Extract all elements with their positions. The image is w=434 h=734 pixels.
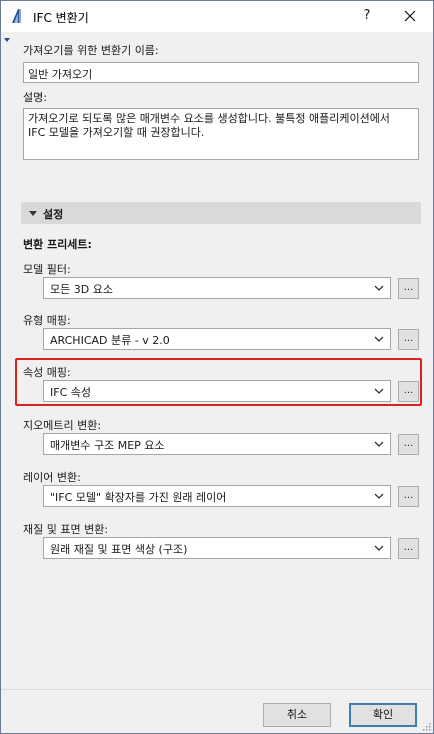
chevron-down-icon [374, 493, 384, 499]
cancel-button[interactable]: 취소 [263, 703, 331, 727]
chevron-down-icon [374, 388, 384, 394]
help-button[interactable]: ? [357, 6, 377, 26]
ok-button[interactable]: 확인 [349, 703, 417, 727]
model-filter-select[interactable]: 모든 3D 요소 [43, 277, 391, 299]
layer-conversion-value: "IFC 모델" 확장자를 가진 원래 레이어 [50, 491, 227, 504]
chevron-down-icon [374, 336, 384, 342]
model-filter-more-button[interactable]: ... [398, 278, 419, 299]
presets-title: 변환 프리세트: [23, 238, 92, 251]
dialog-body: 가져오기를 위한 변환기 이름: 일반 가져오기 설명: 가져오기로 되도록 많… [1, 32, 433, 733]
archicad-icon [12, 9, 21, 23]
expand-triangle-icon [29, 211, 37, 216]
property-mapping-label: 속성 매핑: [23, 366, 71, 379]
close-icon [404, 10, 416, 22]
layer-conversion-label: 레이어 변환: [23, 471, 81, 484]
layer-conversion-select[interactable]: "IFC 모델" 확장자를 가진 원래 레이어 [43, 485, 391, 507]
model-filter-value: 모든 3D 요소 [50, 283, 113, 296]
geometry-conversion-label: 지오메트리 변환: [23, 419, 102, 432]
material-surface-more-button[interactable]: ... [398, 538, 419, 559]
type-mapping-value: ARCHICAD 분류 - v 2.0 [50, 334, 170, 347]
description-label: 설명: [23, 91, 47, 104]
property-mapping-value: IFC 속성 [50, 386, 91, 399]
resize-grip-icon[interactable] [421, 721, 431, 731]
panel-collapse-icon[interactable] [4, 38, 10, 42]
title-bar: IFC 변환기 ? [1, 1, 433, 32]
settings-section-header[interactable]: 설정 [21, 202, 421, 224]
description-text: 가져오기로 되도록 많은 매개변수 요소를 생성합니다. 불특정 애플리케이션에… [28, 112, 390, 139]
translator-name-input[interactable]: 일반 가져오기 [23, 62, 419, 83]
material-surface-label: 재질 및 표면 변환: [23, 523, 109, 536]
settings-section-title: 설정 [43, 208, 64, 221]
chevron-down-icon [374, 285, 384, 291]
close-button[interactable] [397, 5, 423, 27]
layer-conversion-more-button[interactable]: ... [398, 486, 419, 507]
footer-divider [1, 689, 433, 690]
geometry-conversion-more-button[interactable]: ... [398, 434, 419, 455]
window-title: IFC 변환기 [33, 11, 89, 25]
type-mapping-more-button[interactable]: ... [398, 329, 419, 350]
property-mapping-more-button[interactable]: ... [398, 381, 419, 402]
geometry-conversion-select[interactable]: 매개변수 구조 MEP 요소 [43, 433, 391, 455]
translator-name-label: 가져오기를 위한 변환기 이름: [23, 44, 159, 57]
ifc-translator-dialog: IFC 변환기 ? 가져오기를 위한 변환기 이름: 일반 가져오기 설명: 가… [0, 0, 434, 734]
description-textarea[interactable]: 가져오기로 되도록 많은 매개변수 요소를 생성합니다. 불특정 애플리케이션에… [23, 108, 419, 160]
material-surface-select[interactable]: 원래 재질 및 표면 색상 (구조) [43, 537, 391, 559]
material-surface-value: 원래 재질 및 표면 색상 (구조) [50, 543, 188, 556]
chevron-down-icon [374, 545, 384, 551]
property-mapping-select[interactable]: IFC 속성 [43, 380, 391, 402]
type-mapping-label: 유형 매핑: [23, 314, 71, 327]
type-mapping-select[interactable]: ARCHICAD 분류 - v 2.0 [43, 328, 391, 350]
model-filter-label: 모델 필터: [23, 263, 71, 276]
geometry-conversion-value: 매개변수 구조 MEP 요소 [50, 439, 165, 452]
chevron-down-icon [374, 441, 384, 447]
